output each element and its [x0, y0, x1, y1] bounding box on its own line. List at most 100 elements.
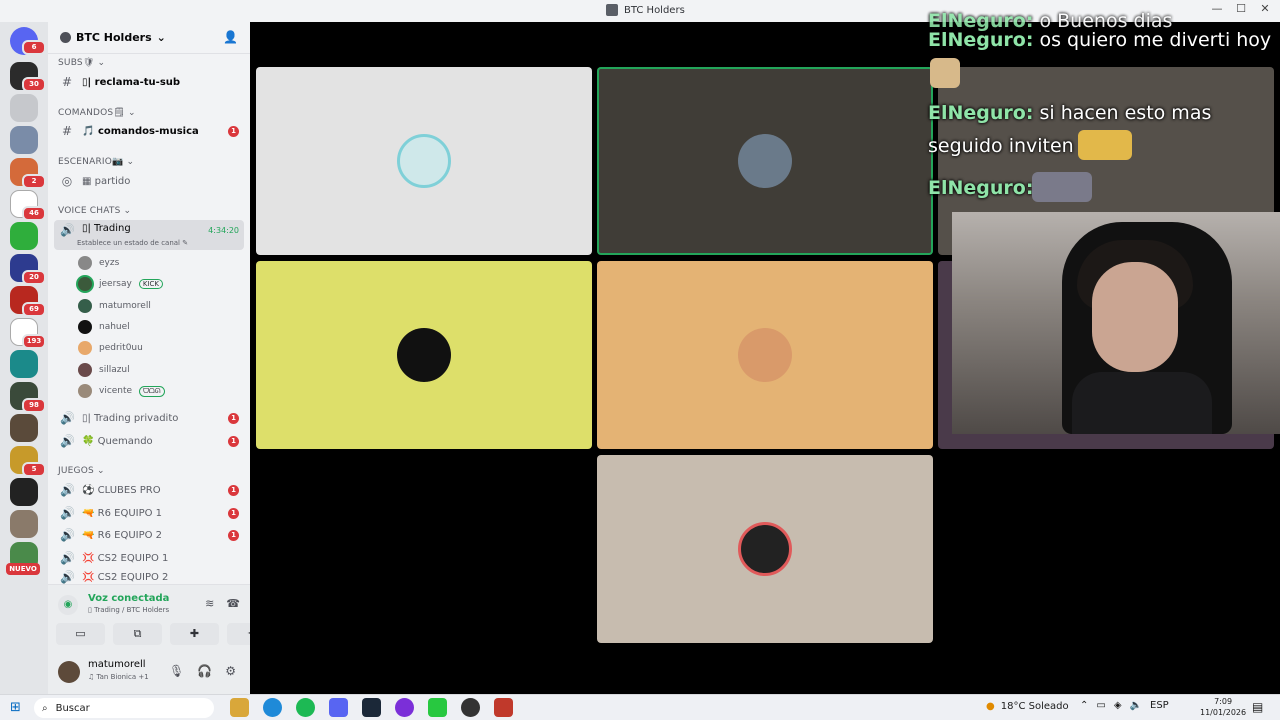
- headphones-icon[interactable]: 🎧: [197, 664, 212, 678]
- invite-people-icon[interactable]: 👤: [223, 30, 238, 44]
- windows-start-icon[interactable]: ⊞: [10, 700, 21, 715]
- avatar[interactable]: [58, 661, 80, 683]
- voice-tile[interactable]: [597, 261, 933, 449]
- avatar: [78, 256, 92, 270]
- cat-emote-icon: [930, 58, 960, 88]
- battery-icon[interactable]: ▭: [1096, 700, 1105, 711]
- canva-icon[interactable]: [395, 698, 414, 717]
- close-button[interactable]: ✕: [1258, 2, 1272, 15]
- signal-icon[interactable]: ◉: [58, 595, 78, 615]
- server-badge: 20: [22, 270, 46, 285]
- voice-user[interactable]: pedrit0uu: [78, 338, 143, 358]
- voice-user[interactable]: vicente ᗜᗝᘏ: [78, 381, 165, 401]
- channel-r6-equipo-2[interactable]: 🔊 🔫 R6 EQUIPO 2 1: [54, 525, 244, 545]
- voice-user[interactable]: sillazul: [78, 360, 130, 380]
- chevron-up-icon[interactable]: ⌃: [1080, 700, 1088, 711]
- channel-sidebar: BTC Holders ⌄ 👤 SUBS🛡 ⌄ # ▯| reclama-tu-…: [48, 22, 276, 694]
- voice-tile[interactable]: [597, 455, 933, 643]
- voice-user[interactable]: eyzs: [78, 253, 119, 273]
- notifications-icon[interactable]: ▤: [1252, 700, 1263, 714]
- volume-icon[interactable]: 🔈: [1130, 700, 1142, 711]
- voice-tile[interactable]: [256, 261, 592, 449]
- server-icon[interactable]: [10, 478, 38, 506]
- channel-cs2-equipo-1[interactable]: 🔊 💢 CS2 EQUIPO 1: [54, 548, 244, 568]
- spotify-icon[interactable]: [296, 698, 315, 717]
- obs-icon[interactable]: [461, 698, 480, 717]
- settings-gear-icon[interactable]: ⚙: [225, 664, 236, 678]
- voice-user[interactable]: nahuel: [78, 317, 130, 337]
- activities-button[interactable]: ✚: [170, 623, 219, 645]
- language-indicator[interactable]: ESP: [1150, 700, 1169, 711]
- system-tray: ⌃ ▭ ◈ 🔈 ESP: [1080, 700, 1169, 711]
- sun-icon: ●: [986, 701, 995, 712]
- camera-off-button[interactable]: ▭: [56, 623, 105, 645]
- stream-chat-overlay: ElNeguro: o Buenos dias ElNeguro: os qui…: [928, 10, 1278, 212]
- avatar: [78, 341, 92, 355]
- discord-window: BTC Holders — ☐ ✕ 6 30 2 46 20 69 193 98…: [0, 0, 1280, 720]
- avatar: [738, 522, 792, 576]
- voice-tile[interactable]: [597, 67, 933, 255]
- steam-icon[interactable]: [362, 698, 381, 717]
- server-badge: 46: [22, 206, 46, 221]
- username[interactable]: matumorell: [88, 659, 146, 670]
- category-comandos[interactable]: COMANDOS🗒 ⌄: [58, 108, 136, 118]
- category-voice-chats[interactable]: VOICE CHATS ⌄: [58, 206, 131, 216]
- network-icon[interactable]: ◈: [1114, 700, 1122, 711]
- speaker-icon: 🔊: [60, 506, 75, 520]
- kick-icon[interactable]: [428, 698, 447, 717]
- channel-reclama-tu-sub[interactable]: # ▯| reclama-tu-sub: [54, 72, 244, 92]
- server-icon[interactable]: [10, 350, 38, 378]
- voice-location[interactable]: ▯ Trading / BTC Holders: [88, 606, 169, 614]
- taskbar-search[interactable]: ⌕ Buscar: [34, 698, 214, 718]
- chat-message: ElNeguro: si hacen esto mas: [928, 102, 1212, 124]
- channel-status-prompt[interactable]: Establece un estado de canal ✎: [77, 239, 188, 247]
- server-icon[interactable]: [10, 510, 38, 538]
- server-header[interactable]: BTC Holders ⌄ 👤: [48, 22, 250, 54]
- category-escenario[interactable]: ESCENARIO📷 ⌄: [58, 157, 134, 167]
- user-tag: KICK: [138, 279, 163, 289]
- file-explorer-icon[interactable]: [230, 698, 249, 717]
- server-icon[interactable]: [10, 94, 38, 122]
- edge-icon[interactable]: [263, 698, 282, 717]
- voice-timer: 4:34:20: [208, 226, 239, 235]
- channel-quemando[interactable]: 🔊 🍀 Quemando 1: [54, 431, 244, 451]
- channel-comandos-musica[interactable]: # 🎵 comandos-musica 1: [54, 121, 244, 141]
- channel-partido[interactable]: ◎ ▦ partido: [54, 171, 244, 191]
- channel-r6-equipo-1[interactable]: 🔊 🔫 R6 EQUIPO 1 1: [54, 503, 244, 523]
- unread-badge: 1: [228, 126, 239, 137]
- speaker-icon: 🔊: [60, 434, 75, 448]
- voice-tile[interactable]: [256, 67, 592, 255]
- maximize-button[interactable]: ☐: [1234, 2, 1248, 15]
- channel-clubes-pro[interactable]: 🔊 ⚽ CLUBES PRO 1: [54, 480, 244, 500]
- channel-trading-privadito[interactable]: 🔊 ▯| Trading privadito 1: [54, 408, 244, 428]
- voice-user[interactable]: jeersay KICK: [78, 274, 163, 294]
- voice-user[interactable]: matumorell: [78, 296, 151, 316]
- server-icon[interactable]: [10, 414, 38, 442]
- user-activity: ♫ Tan Bionica +1: [88, 673, 149, 681]
- taskbar-clock[interactable]: 7:09 11/01/2026: [1200, 696, 1246, 718]
- microphone-icon[interactable]: 🎙: [169, 664, 184, 678]
- server-icon[interactable]: [10, 126, 38, 154]
- unread-badge: 1: [228, 530, 239, 541]
- weather-widget[interactable]: ● 18°C Soleado: [986, 701, 1069, 712]
- minimize-button[interactable]: —: [1210, 2, 1224, 15]
- discord-icon[interactable]: [329, 698, 348, 717]
- voice-connected-label[interactable]: Voz conectada: [88, 593, 169, 604]
- server-badge: 5: [22, 462, 46, 477]
- chevron-down-icon: ⌄: [156, 31, 166, 44]
- channel-trading[interactable]: 🔊 ▯| Trading 4:34:20 Establece un estado…: [54, 220, 244, 250]
- avatar: [78, 299, 92, 313]
- unread-badge: 1: [228, 485, 239, 496]
- user-tag: ᗜᗝᘏ: [139, 385, 165, 397]
- noise-suppression-icon[interactable]: ≋: [205, 597, 214, 610]
- channel-cs2-equipo-2[interactable]: 🔊 💢 CS2 EQUIPO 2: [54, 570, 244, 584]
- window-controls: — ☐ ✕: [1210, 2, 1272, 15]
- screen-share-button[interactable]: ⧉: [113, 623, 162, 645]
- streamer-webcam-overlay: [952, 212, 1280, 434]
- category-juegos[interactable]: JUEGOS ⌄: [58, 466, 105, 476]
- app-icon[interactable]: [494, 698, 513, 717]
- server-icon[interactable]: [10, 222, 38, 250]
- category-subs[interactable]: SUBS🛡 ⌄: [58, 58, 105, 68]
- disconnect-icon[interactable]: ☎: [226, 597, 240, 610]
- speaker-icon: 🔊: [60, 223, 75, 237]
